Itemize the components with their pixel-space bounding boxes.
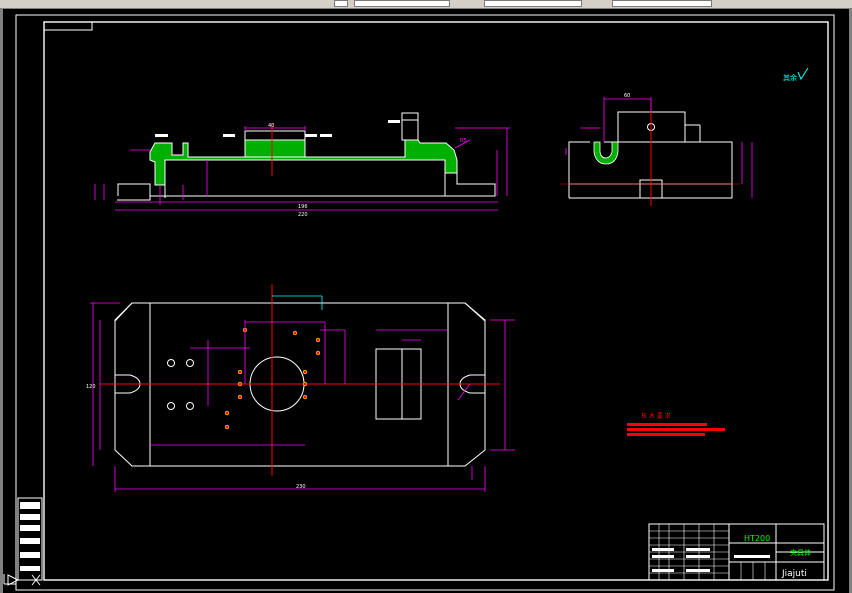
surface-symbol-text: 其余 <box>783 73 797 82</box>
print-preview-icon[interactable] <box>460 0 480 7</box>
title-block: HT200 夹具体 Jiajuti <box>648 523 825 581</box>
front-view: 40 196 220 R5 <box>94 112 510 218</box>
color-dropdown[interactable] <box>354 0 450 7</box>
surface-finish-symbol: 其余 <box>783 67 809 82</box>
pointer-icon[interactable] <box>268 0 294 7</box>
properties-icon[interactable] <box>592 0 606 7</box>
plan-width-dim: 230 <box>296 484 306 490</box>
folder-icon[interactable] <box>4 0 22 7</box>
layer-icon[interactable] <box>298 0 314 7</box>
front-overall-dim: 220 <box>298 212 308 218</box>
front-top-dim: 40 <box>268 123 274 129</box>
title-part-name: 夹具体 <box>790 548 811 557</box>
side-view: 60 <box>560 93 753 206</box>
lineweight-dropdown[interactable] <box>612 0 712 7</box>
side-top-dim: 60 <box>624 93 630 99</box>
linetype-dropdown[interactable] <box>484 0 582 7</box>
left-stamp-block <box>17 497 43 581</box>
tech-requirements-title: 技 术 要 求 <box>641 412 671 420</box>
front-total-dim: 196 <box>298 204 308 210</box>
plan-view: 230 120 <box>86 284 515 492</box>
title-material: HT200 <box>744 534 770 543</box>
tech-requirements: 技 术 要 求 <box>627 412 725 436</box>
front-r-label: R5 <box>460 138 467 144</box>
layer-dropdown[interactable] <box>334 0 348 7</box>
plan-height-dim: 120 <box>86 384 96 390</box>
title-school: Jiajuti <box>781 569 807 579</box>
drawing-canvas[interactable]: 其余 40 196 220 R5 60 230 120 技 术 要 求 HT20… <box>0 8 852 593</box>
